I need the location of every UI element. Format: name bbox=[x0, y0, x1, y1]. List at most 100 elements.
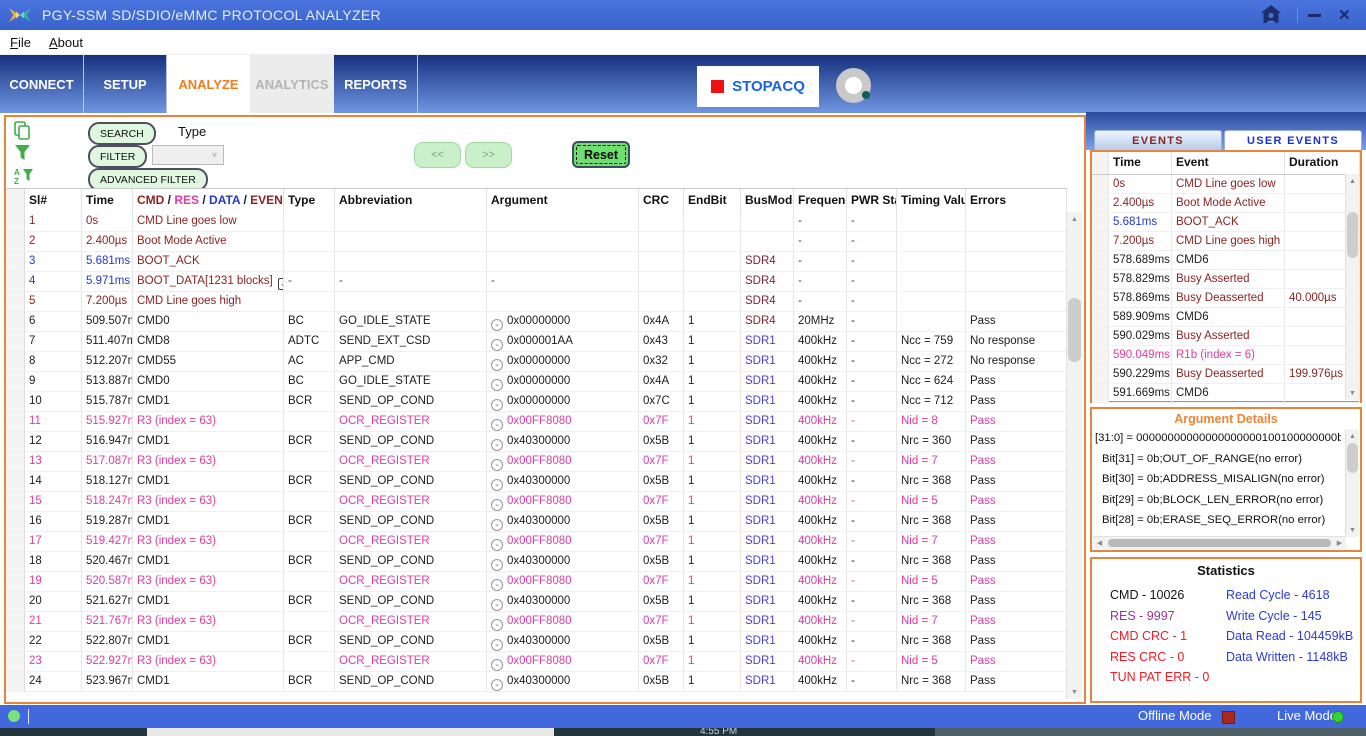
expand-argument-icon[interactable]: ⌄ bbox=[491, 339, 503, 351]
expand-argument-icon[interactable]: ⌄ bbox=[491, 359, 503, 371]
expand-argument-icon[interactable]: ⌄ bbox=[491, 459, 503, 471]
events-col-duration-header[interactable]: Duration bbox=[1285, 152, 1360, 174]
table-row[interactable]: 14518.127msCMD1BCRSEND_OP_COND⌄0x4030000… bbox=[6, 472, 1067, 492]
expand-argument-icon[interactable]: ⌄ bbox=[491, 559, 503, 571]
tab-user-events[interactable]: USER EVENTS bbox=[1224, 130, 1362, 150]
expand-argument-icon[interactable]: ⌄ bbox=[491, 579, 503, 591]
table-vertical-scrollbar[interactable]: ▲ ▼ bbox=[1066, 212, 1082, 699]
table-row[interactable]: 18520.467msCMD1BCRSEND_OP_COND⌄0x4030000… bbox=[6, 552, 1067, 572]
scroll-down-icon[interactable]: ▼ bbox=[1346, 386, 1359, 400]
scrollbar-thumb[interactable] bbox=[1108, 539, 1331, 547]
scroll-down-icon[interactable]: ▼ bbox=[1067, 685, 1082, 699]
scrollbar-thumb[interactable] bbox=[1347, 212, 1358, 258]
minimize-button[interactable] bbox=[1308, 14, 1321, 17]
search-button[interactable]: SEARCH bbox=[88, 122, 156, 145]
event-row[interactable]: 578.689msCMD6 bbox=[1092, 251, 1360, 270]
table-row[interactable]: 15518.247msR3 (index = 63)OCR_REGISTER⌄0… bbox=[6, 492, 1067, 512]
event-row[interactable]: 5.681msBOOT_ACK bbox=[1092, 213, 1360, 232]
argument-vertical-scrollbar[interactable]: ▲ ▼ bbox=[1345, 429, 1359, 537]
table-row[interactable]: 35.681msBOOT_ACKSDR4-- bbox=[6, 252, 1067, 272]
col-pwr-state-header[interactable]: PWR State bbox=[847, 189, 897, 212]
col-endbit-header[interactable]: EndBit bbox=[684, 189, 741, 212]
col-timing-value-header[interactable]: Timing Value bbox=[897, 189, 966, 212]
tab-setup[interactable]: SETUP bbox=[84, 55, 167, 113]
expand-argument-icon[interactable]: ⌄ bbox=[491, 659, 503, 671]
event-row[interactable]: 578.829msBusy Asserted bbox=[1092, 270, 1360, 289]
argument-horizontal-scrollbar[interactable]: ◀ ▶ bbox=[1093, 536, 1346, 549]
col-abbreviation-header[interactable]: Abbreviation bbox=[335, 189, 487, 212]
table-row[interactable]: 9513.887msCMD0BCGO_IDLE_STATE⌄0x00000000… bbox=[6, 372, 1067, 392]
menu-about[interactable]: About bbox=[49, 35, 83, 50]
close-button[interactable]: ✕ bbox=[1338, 6, 1351, 24]
event-row[interactable]: 578.869msBusy Deasserted40.000µs bbox=[1092, 289, 1360, 308]
scroll-right-icon[interactable]: ▶ bbox=[1333, 539, 1346, 547]
prev-page-button[interactable]: << bbox=[414, 142, 461, 168]
table-row[interactable]: 23522.927msR3 (index = 63)OCR_REGISTER⌄0… bbox=[6, 652, 1067, 672]
col-type-header[interactable]: Type bbox=[284, 189, 335, 212]
expand-argument-icon[interactable]: ⌄ bbox=[491, 379, 503, 391]
col-event-header[interactable]: CMD / RES / DATA / EVENT bbox=[133, 189, 284, 212]
col-crc-header[interactable]: CRC bbox=[639, 189, 684, 212]
tab-reports[interactable]: REPORTS bbox=[334, 55, 418, 113]
event-row[interactable]: 0sCMD Line goes low bbox=[1092, 175, 1360, 194]
expand-argument-icon[interactable]: ⌄ bbox=[491, 519, 503, 531]
table-row[interactable]: 24523.967msCMD1BCRSEND_OP_COND⌄0x4030000… bbox=[6, 672, 1067, 692]
table-row[interactable]: 10515.787msCMD1BCRSEND_OP_COND⌄0x0000000… bbox=[6, 392, 1067, 412]
col-frequency-header[interactable]: Frequency bbox=[794, 189, 847, 212]
expand-argument-icon[interactable]: ⌄ bbox=[491, 479, 503, 491]
col-argument-header[interactable]: Argument bbox=[487, 189, 639, 212]
table-row[interactable]: 45.971msBOOT_DATA[1231 blocks]↗---SDR4-- bbox=[6, 272, 1067, 292]
table-row[interactable]: 13517.087msR3 (index = 63)OCR_REGISTER⌄0… bbox=[6, 452, 1067, 472]
table-row[interactable]: 7511.407msCMD8ADTCSEND_EXT_CSD⌄0x000001A… bbox=[6, 332, 1067, 352]
expand-argument-icon[interactable]: ⌄ bbox=[491, 399, 503, 411]
table-row[interactable]: 21521.767msR3 (index = 63)OCR_REGISTER⌄0… bbox=[6, 612, 1067, 632]
expand-argument-icon[interactable]: ⌄ bbox=[491, 319, 503, 331]
table-row[interactable]: 8512.207msCMD55ACAPP_CMD⌄0x000000000x321… bbox=[6, 352, 1067, 372]
expand-argument-icon[interactable]: ⌄ bbox=[491, 619, 503, 631]
table-row[interactable]: 6509.507msCMD0BCGO_IDLE_STATE⌄0x00000000… bbox=[6, 312, 1067, 332]
scroll-left-icon[interactable]: ◀ bbox=[1093, 539, 1106, 547]
expand-argument-icon[interactable]: ⌄ bbox=[491, 419, 503, 431]
scroll-up-icon[interactable]: ▲ bbox=[1346, 429, 1359, 443]
scroll-up-icon[interactable]: ▲ bbox=[1067, 212, 1082, 226]
table-row[interactable]: 17519.427msR3 (index = 63)OCR_REGISTER⌄0… bbox=[6, 532, 1067, 552]
expand-argument-icon[interactable]: ⌄ bbox=[491, 499, 503, 511]
home-icon[interactable] bbox=[1260, 4, 1282, 29]
tab-connect[interactable]: CONNECT bbox=[0, 55, 84, 113]
col-time-header[interactable]: Time bbox=[82, 189, 133, 212]
scroll-down-icon[interactable]: ▼ bbox=[1346, 523, 1359, 537]
tab-analyze[interactable]: ANALYZE bbox=[167, 55, 250, 113]
table-row[interactable]: 12516.947msCMD1BCRSEND_OP_COND⌄0x4030000… bbox=[6, 432, 1067, 452]
scrollbar-thumb[interactable] bbox=[1347, 443, 1358, 473]
scrollbar-thumb[interactable] bbox=[1068, 298, 1081, 362]
events-col-time-header[interactable]: Time bbox=[1109, 152, 1172, 174]
event-row[interactable]: 591.669msCMD6 bbox=[1092, 384, 1360, 403]
table-row[interactable]: 11515.927msR3 (index = 63)OCR_REGISTER⌄0… bbox=[6, 412, 1067, 432]
table-row[interactable]: 22.400µsBoot Mode Active-- bbox=[6, 232, 1067, 252]
expand-argument-icon[interactable]: ⌄ bbox=[491, 439, 503, 451]
event-row[interactable]: 2.400µsBoot Mode Active bbox=[1092, 194, 1360, 213]
menu-file[interactable]: File bbox=[10, 35, 31, 50]
expand-argument-icon[interactable]: ⌄ bbox=[491, 639, 503, 651]
expand-argument-icon[interactable]: ⌄ bbox=[491, 679, 503, 691]
events-col-event-header[interactable]: Event bbox=[1172, 152, 1285, 174]
col-errors-header[interactable]: Errors bbox=[966, 189, 1067, 212]
reset-button[interactable]: Reset bbox=[572, 141, 630, 168]
stopacq-button[interactable]: STOPACQ bbox=[697, 66, 819, 107]
table-row[interactable]: 22522.807msCMD1BCRSEND_OP_COND⌄0x4030000… bbox=[6, 632, 1067, 652]
filter-button[interactable]: FILTER bbox=[88, 145, 147, 168]
sort-filter-icon[interactable]: A Z bbox=[14, 167, 34, 190]
col-sl-header[interactable]: Sl# bbox=[25, 189, 82, 212]
table-row[interactable]: 10sCMD Line goes low-- bbox=[6, 212, 1067, 232]
next-page-button[interactable]: >> bbox=[465, 142, 512, 168]
type-dropdown[interactable]: ˅ bbox=[152, 145, 224, 165]
tab-events[interactable]: EVENTS bbox=[1094, 130, 1222, 150]
event-row[interactable]: 7.200µsCMD Line goes high bbox=[1092, 232, 1360, 251]
filter-icon[interactable] bbox=[14, 144, 31, 167]
events-vertical-scrollbar[interactable]: ▲ ▼ bbox=[1345, 174, 1359, 400]
scroll-up-icon[interactable]: ▲ bbox=[1346, 174, 1359, 188]
table-row[interactable]: 16519.287msCMD1BCRSEND_OP_COND⌄0x4030000… bbox=[6, 512, 1067, 532]
expand-argument-icon[interactable]: ⌄ bbox=[491, 539, 503, 551]
col-busmode-header[interactable]: BusMode bbox=[741, 189, 794, 212]
event-row[interactable]: 590.029msBusy Asserted bbox=[1092, 327, 1360, 346]
